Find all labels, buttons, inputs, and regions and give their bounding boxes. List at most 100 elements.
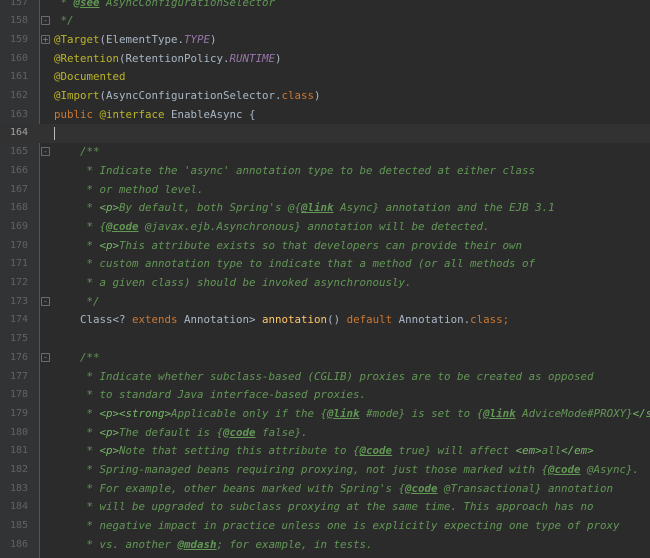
code-text: * For example, other beans marked with S… [54,480,614,499]
code-token: Annotation> [184,313,263,327]
code-token: extends [132,313,185,327]
code-token: This attribute exists so that developers… [119,238,523,252]
code-line[interactable]: 177 * Indicate whether subclass-based (C… [0,368,650,387]
fold-collapse-icon[interactable]: - [41,147,50,157]
code-line[interactable]: 183 * For example, other beans marked wi… [0,480,650,499]
code-line[interactable]: 173 - */ [0,293,650,312]
code-token: @code [405,481,438,495]
fold-collapse-icon[interactable]: - [41,296,50,306]
code-token: @code [106,219,139,233]
text-caret [54,126,55,140]
code-token: Annotation. [398,313,471,327]
code-token: <p> [99,238,120,252]
code-token: true} will affect [392,444,516,458]
code-token: @Retention [54,51,120,65]
code-token: @see [73,0,100,9]
code-line[interactable]: 162 @Import(AsyncConfigurationSelector.cl… [0,87,650,106]
line-number: 175 [9,333,28,345]
code-text: @Target(ElementType.TYPE) [54,31,217,50]
code-text: * <p>The default is {@code false}. [54,424,308,443]
code-token: Async} annotation and the EJB 3.1 [333,201,555,215]
code-text: * <p>This attribute exists so that devel… [54,237,523,256]
code-token: @link [483,406,516,420]
line-number: 173 [9,295,28,307]
fold-expand-icon[interactable]: + [41,34,50,44]
code-token: ) [275,51,282,65]
code-line[interactable]: 181 * <p>Note that setting this attribut… [0,442,650,461]
code-text: * to standard Java interface-based proxi… [54,386,367,405]
line-number: 165 [9,146,28,158]
code-token: @code [548,463,581,476]
code-line[interactable]: 165 - /** [0,143,650,162]
code-token: * [54,406,100,420]
code-token: * [54,0,74,9]
line-number: 166 [9,164,28,176]
code-text: @Documented [54,68,126,87]
code-line[interactable]: 158 - */ [0,12,650,31]
code-token: @Target [54,32,100,46]
code-text: * or method level. [54,181,204,200]
code-token: RUNTIME [229,51,276,65]
code-line[interactable]: 182 * Spring-managed beans requiring pro… [0,461,650,480]
code-token: /** [54,350,100,364]
line-number: 185 [9,520,28,532]
code-editor[interactable]: 157 * @see AsyncConfigurationSelector 158… [0,0,650,558]
code-line[interactable]: 171 * custom annotation type to indicate… [0,255,650,274]
code-token: #mode} is set to { [359,406,484,420]
code-text: * {@code @javax.ejb.Asynchronous} annota… [54,218,490,237]
code-token: * to standard Java interface-based proxi… [54,388,367,402]
fold-collapse-icon[interactable]: - [41,352,50,362]
code-line[interactable]: 184 * will be upgraded to subclass proxy… [0,498,650,517]
code-text: * negative impact in practice unless one… [54,517,620,536]
code-token: The default is { [119,425,224,439]
code-token: * [54,444,100,458]
code-line[interactable]: 186 * vs. another @mdash; for example, i… [0,536,650,555]
code-line[interactable]: 157 * @see AsyncConfigurationSelector [0,0,650,12]
line-number: 163 [9,108,28,120]
code-line[interactable]: 185 * negative impact in practice unless… [0,517,650,536]
code-line[interactable]: 159 + @Target(ElementType.TYPE) [0,31,650,50]
code-token: Applicable only if the { [171,406,328,420]
line-number: 160 [9,52,28,64]
code-token: <p> [99,201,120,215]
code-line[interactable]: 169 * {@code @javax.ejb.Asynchronous} an… [0,218,650,237]
code-line[interactable]: 164 [0,124,650,144]
code-line[interactable]: 175 [0,330,650,349]
code-text: * Indicate whether subclass-based (CGLIB… [54,368,594,387]
code-line[interactable]: 166 * Indicate the 'async' annotation ty… [0,162,650,181]
code-line[interactable]: 176 - /** [0,349,650,368]
code-token: By default, both Spring's @{ [119,201,302,215]
code-line[interactable]: 167 * or method level. [0,181,650,200]
code-line[interactable]: 174 Class<? extends Annotation> annotati… [0,311,650,330]
code-line[interactable]: 161 @Documented [0,68,650,87]
code-text: @Retention(RetentionPolicy.RUNTIME) [54,50,282,69]
code-token: (RetentionPolicy. [119,51,230,65]
code-token: * [54,201,100,215]
line-number: 162 [9,90,28,101]
code-text: * Spring-managed beans requiring proxyin… [54,461,640,480]
code-token: @code [359,444,393,458]
code-text: Class<? extends Annotation> annotation()… [54,311,509,330]
code-text: * <p><strong>Applicable only if the { @li… [54,405,650,424]
code-token: <em> [515,444,542,458]
code-line[interactable]: 179 * <p><strong>Applicable only if the … [0,405,650,424]
code-token: @Documented [54,70,126,84]
code-line[interactable]: 172 * a given class) should be invoked a… [0,274,650,293]
code-line[interactable]: 168 * <p>By default, both Spring's @{@li… [0,199,650,218]
code-token: @link [301,201,334,215]
code-token: class; [470,313,510,327]
code-token: EnableAsync { [164,107,256,121]
code-line[interactable]: 163 public @interface EnableAsync { [0,106,650,125]
code-line[interactable]: 178 * to standard Java interface-based p… [0,386,650,405]
code-token: @mdash [177,537,217,551]
code-text: @Import(AsyncConfigurationSelector.class… [54,87,321,106]
fold-collapse-icon[interactable]: - [41,16,50,26]
code-token: (AsyncConfigurationSelector. [99,89,282,102]
code-line[interactable]: 180 * <p>The default is {@code false}. [0,424,650,443]
code-token: @Import [54,89,100,102]
line-number: 169 [9,220,28,232]
code-token: <p><strong> [99,406,172,420]
code-line[interactable]: 160 @Retention(RetentionPolicy.RUNTIME) [0,50,650,69]
code-line[interactable]: 170 * <p>This attribute exists so that d… [0,237,650,256]
code-text: * <p>By default, both Spring's @{@link A… [54,199,555,218]
